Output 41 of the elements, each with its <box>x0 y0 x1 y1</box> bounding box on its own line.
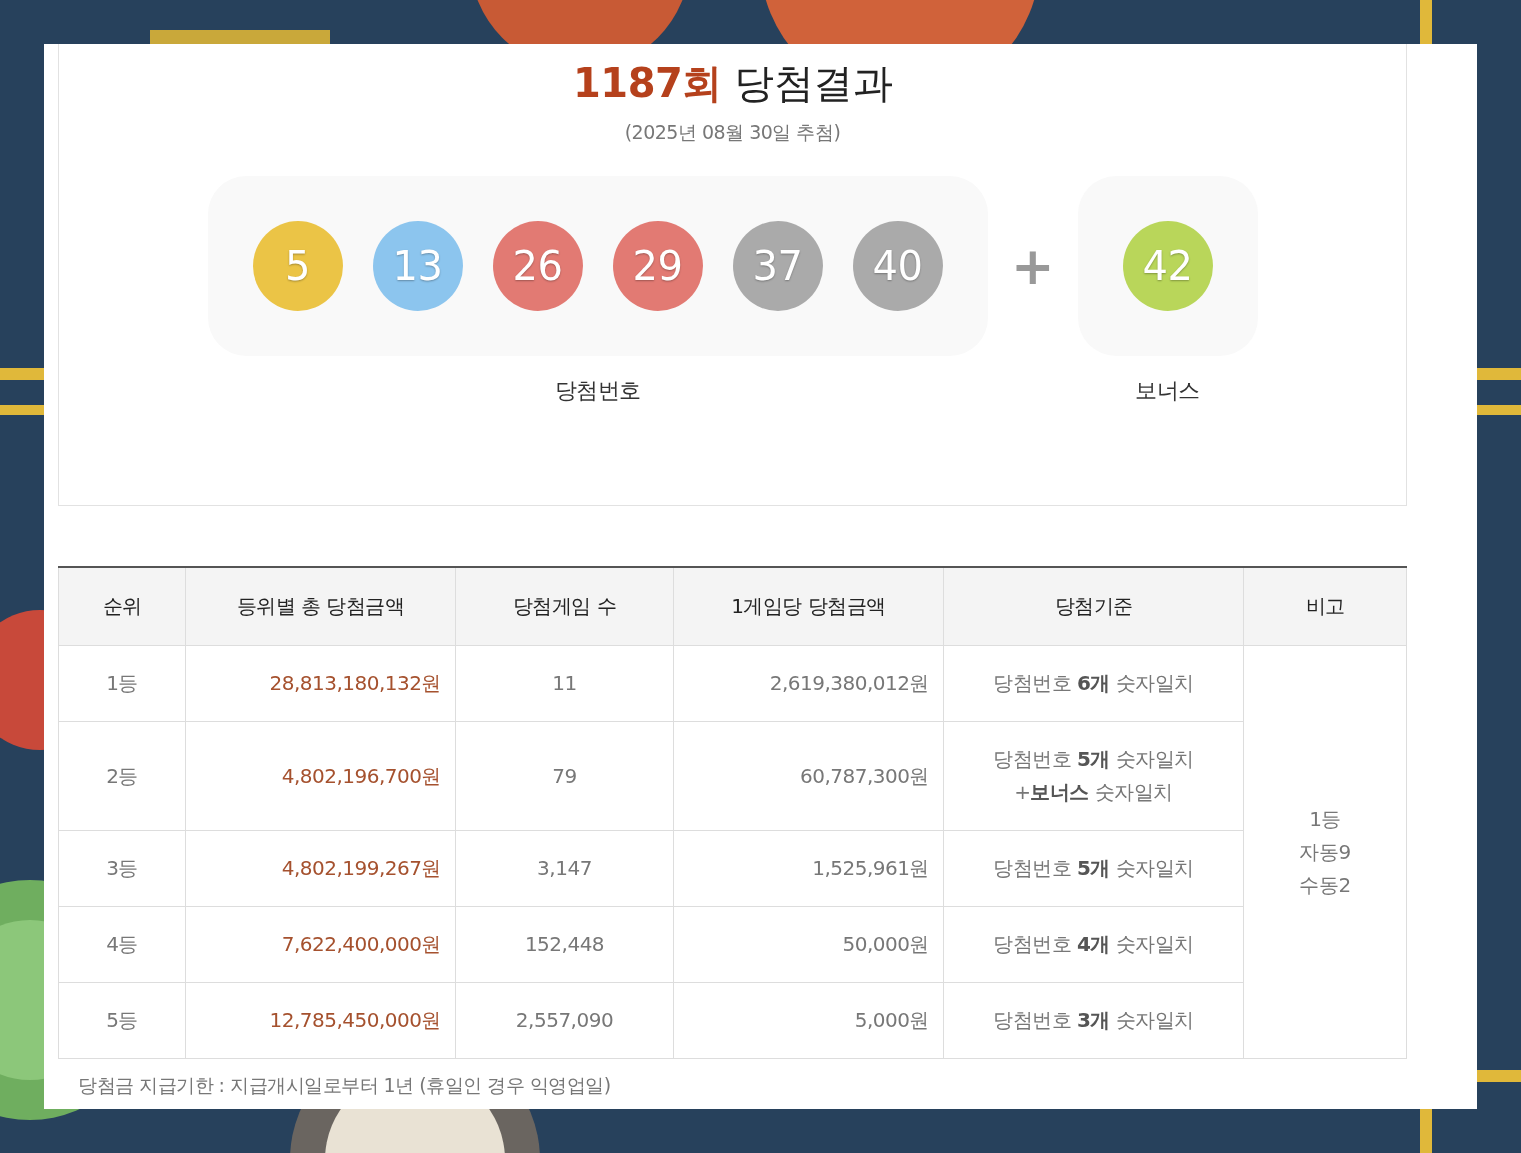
column-header: 순위 <box>58 567 186 646</box>
bonus-ball: 42 <box>1122 221 1213 311</box>
number-ball: 29 <box>612 221 703 311</box>
table-cell: 1,525,961원 <box>673 830 944 907</box>
table-cell: 11 <box>455 645 674 722</box>
column-header: 당첨기준 <box>943 567 1244 646</box>
bonus-label: 보너스 <box>1135 377 1200 405</box>
table-cell: 4,802,196,700원 <box>185 721 456 831</box>
table-cell: 3등 <box>58 830 186 907</box>
table-cell: 3,147 <box>455 830 674 907</box>
table-cell: 152,448 <box>455 906 674 983</box>
number-ball: 26 <box>492 221 583 311</box>
column-header: 비고 <box>1243 567 1407 646</box>
table-cell: 1등 <box>58 645 186 722</box>
column-header: 등위별 총 당첨금액 <box>185 567 456 646</box>
table-cell: 1등 자동9 수동2 <box>1243 645 1407 1059</box>
number-ball: 37 <box>732 221 823 311</box>
payout-notice: 당첨금 지급기한 : 지급개시일로부터 1년 (휴일인 경우 익영업일) <box>77 1073 612 1098</box>
numbers-label: 당첨번호 <box>554 377 641 405</box>
table-cell: 5등 <box>58 982 186 1059</box>
table-cell: 2,557,090 <box>455 982 674 1059</box>
table-cell: 2,619,380,012원 <box>673 645 944 722</box>
column-header: 1게임당 당첨금액 <box>673 567 944 646</box>
table-cell: 4등 <box>58 906 186 983</box>
column-header: 당첨게임 수 <box>455 567 674 646</box>
draw-title: 1187회 당첨결과 <box>572 59 892 108</box>
number-ball: 5 <box>252 221 343 311</box>
table-cell: 60,787,300원 <box>673 721 944 831</box>
table-cell: 12,785,450,000원 <box>185 982 456 1059</box>
number-ball: 13 <box>372 221 463 311</box>
table-cell: 2등 <box>58 721 186 831</box>
table-cell: 5,000원 <box>673 982 944 1059</box>
table-cell: 50,000원 <box>673 906 944 983</box>
table-cell: 당첨번호 6개 숫자일치 <box>943 645 1244 722</box>
plus-sign: + <box>1009 235 1056 298</box>
table-cell: 79 <box>455 721 674 831</box>
draw-date: (2025년 08월 30일 추첨) <box>624 120 841 145</box>
number-ball: 40 <box>852 221 943 311</box>
table-cell: 7,622,400,000원 <box>185 906 456 983</box>
table-cell: 4,802,199,267원 <box>185 830 456 907</box>
table-cell: 28,813,180,132원 <box>185 645 456 722</box>
